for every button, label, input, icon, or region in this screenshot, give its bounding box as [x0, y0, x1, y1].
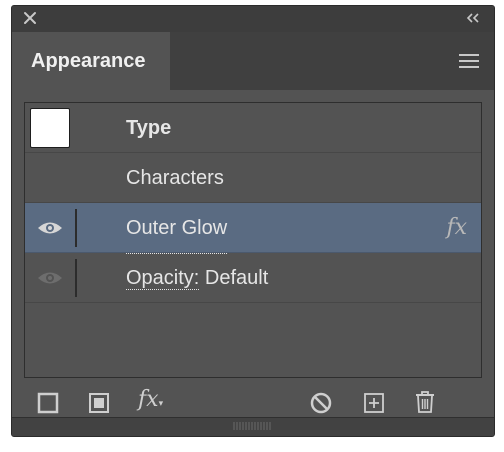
tab-strip: Appearance [12, 32, 494, 90]
add-new-stroke-icon[interactable] [37, 392, 59, 414]
duplicate-item-icon[interactable] [363, 392, 385, 414]
tab-appearance[interactable]: Appearance [12, 32, 170, 90]
dropdown-caret-icon: ▾ [158, 398, 164, 408]
row-label: Type [126, 117, 172, 139]
eye-icon [38, 222, 62, 234]
add-new-fill-icon[interactable] [88, 392, 110, 414]
appearance-panel: Appearance Type Characters Outer Glow fx… [11, 5, 495, 437]
opacity-link[interactable]: Opacity: [126, 267, 200, 290]
appearance-attribute-list: Type Characters Outer Glow fx Opacity: D… [24, 102, 482, 378]
column-divider [75, 209, 77, 247]
list-item-opacity[interactable]: Opacity: Default [25, 253, 481, 303]
add-new-effect-icon[interactable]: fx▾ [138, 387, 163, 412]
resize-strip [12, 417, 494, 436]
resize-grip-icon[interactable] [233, 421, 271, 431]
list-item-type[interactable]: Type [25, 103, 481, 153]
visibility-toggle[interactable] [25, 203, 75, 253]
fx-label: fx [138, 387, 159, 412]
list-item-characters[interactable]: Characters [25, 153, 481, 203]
double-chevron-left-icon[interactable] [464, 10, 482, 26]
opacity-value: Default [199, 267, 269, 289]
list-item-outer-glow[interactable]: Outer Glow fx [25, 203, 481, 254]
fx-icon[interactable]: fx [446, 215, 467, 240]
row-label-group: Opacity: Default [126, 253, 268, 303]
panel-titlebar [12, 6, 494, 32]
column-divider [75, 259, 77, 297]
eye-icon [38, 272, 62, 284]
type-thumbnail-swatch[interactable] [30, 108, 70, 148]
row-label-link[interactable]: Outer Glow [126, 203, 228, 254]
hamburger-menu-icon[interactable] [458, 52, 480, 70]
row-label: Characters [126, 167, 224, 189]
visibility-toggle[interactable] [25, 253, 75, 303]
delete-item-icon[interactable] [414, 390, 436, 414]
clear-appearance-icon[interactable] [309, 391, 333, 415]
close-icon[interactable] [22, 10, 38, 26]
